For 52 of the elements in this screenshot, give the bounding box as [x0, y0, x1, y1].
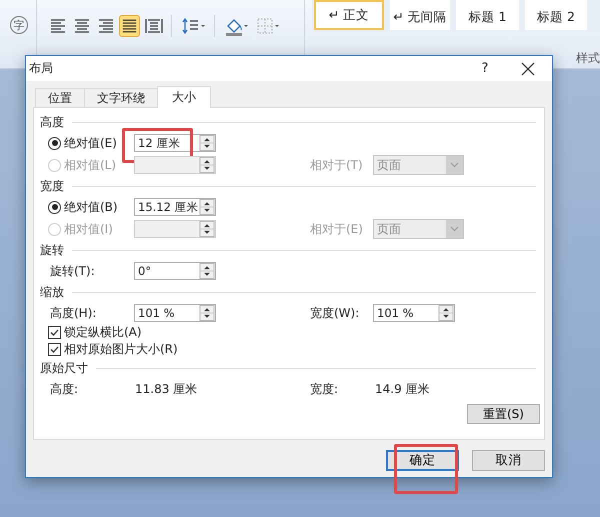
field-label: 相对于(E) — [310, 220, 364, 238]
field-label: 宽度(W): — [310, 304, 360, 322]
section-title: 高度 — [40, 114, 64, 130]
spin-field[interactable]: 101 % — [373, 304, 455, 322]
spin-field[interactable]: 101 % — [134, 304, 216, 322]
option-label: 绝对值(B) — [64, 198, 118, 216]
phonetic-guide-button[interactable]: 字 — [10, 16, 28, 34]
spin-arrows-icon[interactable] — [199, 199, 215, 215]
option-label: 相对值(I) — [64, 220, 113, 238]
field-label: 高度(H): — [49, 304, 98, 322]
spin-field[interactable]: 15.12 厘米 — [134, 198, 216, 216]
style-item[interactable]: 标题 1 — [456, 0, 519, 30]
info-label: 高度: — [49, 380, 80, 398]
option-label: 相对值(L) — [64, 156, 116, 174]
spin-arrows-icon[interactable] — [199, 305, 215, 321]
checkbox-label: 锁定纵横比(A) — [64, 324, 142, 341]
tab[interactable]: 大小 — [157, 86, 211, 108]
spin-arrows-icon[interactable] — [199, 263, 215, 279]
spin-field[interactable]: 0° — [134, 262, 216, 280]
checkbox[interactable] — [48, 326, 61, 339]
caret-icon — [446, 156, 463, 174]
field-label: 相对于(T) — [310, 156, 364, 174]
checkbox-label: 相对原始图片大小(R) — [64, 341, 178, 358]
section-title: 缩放 — [40, 284, 64, 300]
info-label: 宽度: — [310, 380, 340, 398]
close-icon[interactable] — [520, 60, 536, 76]
section-title: 旋转 — [40, 242, 64, 258]
section-title: 原始尺寸 — [40, 360, 88, 376]
option-label: 绝对值(E) — [64, 134, 117, 152]
line-spacing-icon — [180, 15, 206, 37]
help-button[interactable]: ? — [470, 61, 500, 76]
ok-button[interactable]: 确定 — [386, 450, 459, 471]
section-title: 宽度 — [40, 178, 64, 194]
radio-button[interactable] — [48, 200, 61, 214]
window-title: 布局 — [29, 60, 54, 77]
info-value: 14.9 厘米 — [374, 380, 431, 398]
caret-icon — [446, 220, 463, 238]
spin-arrows-icon[interactable] — [438, 305, 454, 321]
radio-button[interactable] — [48, 136, 61, 150]
info-value: 11.83 厘米 — [134, 380, 198, 398]
spin-arrows-icon[interactable] — [199, 135, 215, 151]
tab[interactable]: 位置 — [35, 88, 85, 108]
spin-field[interactable]: 12 厘米 — [134, 134, 216, 152]
field-label: 旋转(T): — [49, 262, 96, 280]
style-item[interactable]: ↵ 正文 — [314, 0, 384, 30]
style-item[interactable]: 标题 2 — [525, 0, 587, 30]
style-item[interactable]: ↵ 无间隔 — [390, 0, 450, 30]
cancel-button[interactable]: 取消 — [472, 450, 545, 471]
reset-button[interactable]: 重置(S) — [467, 404, 540, 424]
justify-button[interactable] — [119, 15, 140, 37]
checkbox[interactable] — [48, 343, 61, 356]
group-label: 样式 — [576, 50, 600, 67]
